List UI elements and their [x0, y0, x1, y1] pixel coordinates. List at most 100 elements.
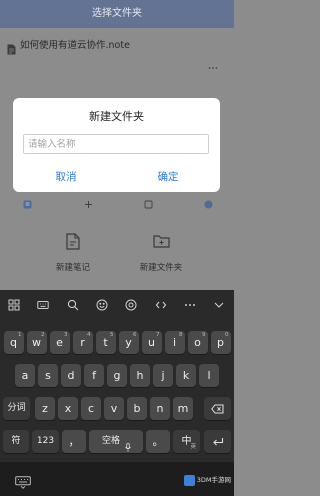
- key-c[interactable]: c: [81, 397, 101, 420]
- logo-icon: [183, 474, 195, 486]
- symbol-key[interactable]: 符: [3, 430, 29, 453]
- watermark-text: 3DM手游网: [196, 476, 231, 484]
- new-folder-button[interactable]: 新建文件夹: [136, 229, 186, 277]
- key-hint: 5: [110, 332, 114, 338]
- key-hint: 6: [133, 332, 137, 338]
- new-folder-icon: [136, 232, 186, 250]
- key-hint: 7: [156, 332, 160, 338]
- key-x[interactable]: x: [58, 397, 78, 420]
- key-label: n: [156, 402, 164, 415]
- key-g[interactable]: g: [107, 364, 127, 387]
- key-label: d: [67, 369, 75, 382]
- backspace-icon: [204, 397, 231, 420]
- keyboard-layout-icon[interactable]: [37, 299, 49, 311]
- key-label: 符: [11, 436, 21, 446]
- key-hint: 9: [202, 332, 206, 338]
- key-label: v: [110, 402, 118, 415]
- key-t[interactable]: t5: [95, 331, 116, 354]
- key-label: z: [42, 402, 48, 415]
- return-key[interactable]: [204, 430, 231, 453]
- angle-brackets-icon[interactable]: [155, 299, 167, 311]
- key-label: b: [133, 402, 141, 415]
- key-label: l: [207, 369, 211, 382]
- key-j[interactable]: j: [153, 364, 173, 387]
- key-e[interactable]: e3: [49, 331, 70, 354]
- key-q[interactable]: q1: [3, 331, 24, 354]
- keyboard-hide-icon[interactable]: [15, 474, 31, 489]
- key-a[interactable]: a: [15, 364, 35, 387]
- soft-keyboard: 分词 符 123 ， 空格 。 中 英 q1w2e3r4t5y6u7i8o9p0…: [0, 290, 234, 462]
- key-k[interactable]: k: [176, 364, 196, 387]
- return-icon: [204, 430, 231, 453]
- system-nav-bar: 3DM手游网: [0, 462, 234, 496]
- grid-icon[interactable]: [8, 299, 20, 311]
- key-h[interactable]: h: [130, 364, 150, 387]
- key-label: h: [136, 369, 144, 382]
- key-hint: 2: [41, 332, 45, 338]
- period-key[interactable]: 。: [146, 430, 170, 453]
- key-label: k: [182, 369, 190, 382]
- key-z[interactable]: z: [35, 397, 55, 420]
- space-key[interactable]: 空格: [89, 430, 143, 453]
- key-hint: 0: [225, 332, 229, 338]
- language-switch-key[interactable]: 中 英: [173, 430, 200, 453]
- key-hint: 4: [87, 332, 91, 338]
- key-label: s: [45, 369, 51, 382]
- key-v[interactable]: v: [104, 397, 124, 420]
- menu-item-icon[interactable]: [204, 194, 213, 209]
- key-label: 。: [152, 435, 164, 448]
- space-label: 空格: [102, 436, 121, 446]
- backspace-key[interactable]: [204, 397, 231, 420]
- segment-key[interactable]: 分词: [3, 397, 30, 420]
- menu-item-icon[interactable]: [144, 194, 153, 209]
- more-icon[interactable]: [184, 299, 196, 311]
- key-y[interactable]: y6: [118, 331, 139, 354]
- page-title: 选择文件夹: [92, 8, 142, 19]
- key-p[interactable]: p0: [210, 331, 231, 354]
- key-l[interactable]: l: [199, 364, 219, 387]
- dialog-title: 新建文件夹: [89, 110, 144, 123]
- key-r[interactable]: r4: [72, 331, 93, 354]
- key-n[interactable]: n: [150, 397, 170, 420]
- key-sub-label: 英: [190, 444, 196, 450]
- key-f[interactable]: f: [84, 364, 104, 387]
- key-b[interactable]: b: [127, 397, 147, 420]
- key-i[interactable]: i8: [164, 331, 185, 354]
- key-m[interactable]: m: [173, 397, 193, 420]
- key-hint: 1: [18, 332, 22, 338]
- menu-item-icon[interactable]: [84, 194, 93, 208]
- key-label: f: [92, 369, 96, 382]
- new-note-icon: [48, 232, 98, 250]
- search-icon[interactable]: [67, 299, 79, 311]
- key-label: j: [161, 369, 165, 382]
- number-key[interactable]: 123: [32, 430, 59, 453]
- key-w[interactable]: w2: [26, 331, 47, 354]
- emoji-icon[interactable]: [96, 299, 108, 311]
- more-options-icon[interactable]: [208, 55, 218, 69]
- key-label: m: [177, 402, 189, 415]
- key-o[interactable]: o9: [187, 331, 208, 354]
- note-icon: [7, 40, 16, 55]
- file-list-item[interactable]: 如何使用有道云协作.note: [0, 34, 234, 69]
- target-icon[interactable]: [125, 299, 137, 311]
- comma-key[interactable]: ，: [62, 430, 86, 453]
- key-label: g: [113, 369, 121, 382]
- key-u[interactable]: u7: [141, 331, 162, 354]
- key-label: x: [64, 402, 72, 415]
- confirm-button[interactable]: 确定: [123, 170, 213, 184]
- new-note-button[interactable]: 新建笔记: [48, 229, 98, 277]
- chevron-down-icon[interactable]: [213, 299, 225, 311]
- new-note-label: 新建笔记: [55, 263, 90, 273]
- key-label: ，: [68, 435, 80, 448]
- key-label: 分词: [7, 403, 26, 413]
- key-label: c: [87, 402, 95, 415]
- cancel-button[interactable]: 取消: [21, 170, 111, 184]
- menu-item-icon[interactable]: [23, 194, 32, 209]
- folder-name-input[interactable]: [23, 134, 209, 154]
- key-s[interactable]: s: [38, 364, 58, 387]
- file-name: 如何使用有道云协作.note: [20, 40, 130, 51]
- key-hint: 3: [64, 332, 68, 338]
- key-label: a: [21, 369, 29, 382]
- app-header: 选择文件夹: [0, 0, 234, 28]
- key-d[interactable]: d: [61, 364, 81, 387]
